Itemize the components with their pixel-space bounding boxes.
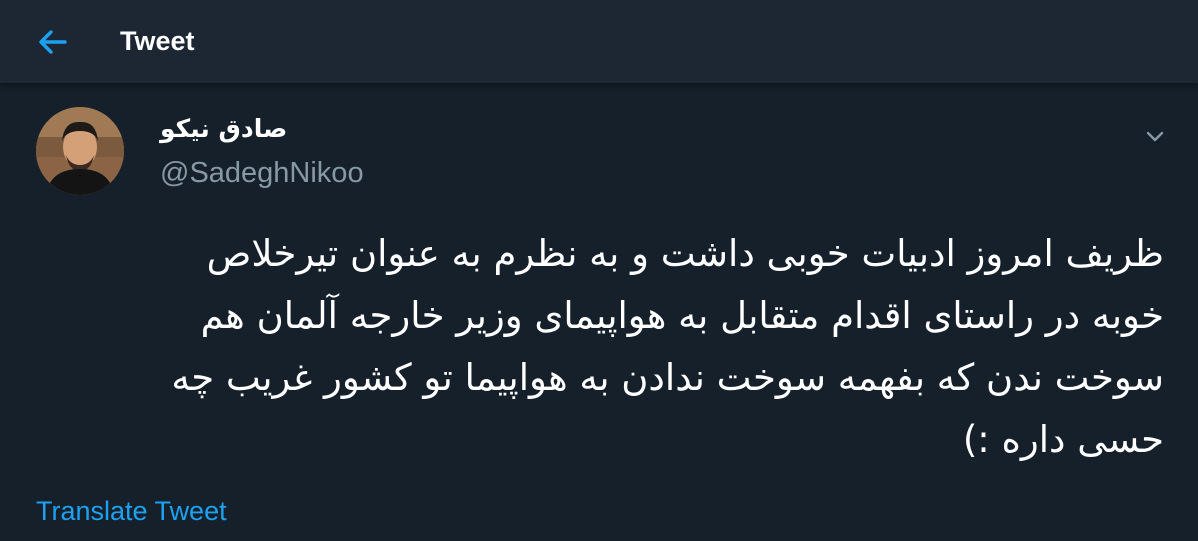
arrow-left-icon <box>39 30 67 54</box>
chevron-down-icon <box>1146 131 1164 142</box>
tweet-text: ظریف امروز ادبیات خوبی داشت و به نظرم به… <box>171 232 1164 461</box>
author-handle[interactable]: @SadeghNikoo <box>160 155 364 191</box>
translate-tweet-link[interactable]: Translate Tweet <box>36 493 227 529</box>
avatar[interactable] <box>36 107 124 195</box>
tweet-menu-button[interactable] <box>1140 121 1170 151</box>
tweet-detail: صادق نیکو @SadeghNikoo ظریف امروز ادبیات… <box>0 83 1198 541</box>
page-title: Tweet <box>120 26 195 56</box>
user-photo-avatar <box>36 107 124 195</box>
top-app-bar: Tweet <box>0 0 1198 83</box>
author-display-name[interactable]: صادق نیکو <box>160 111 287 147</box>
back-button[interactable] <box>32 24 72 60</box>
